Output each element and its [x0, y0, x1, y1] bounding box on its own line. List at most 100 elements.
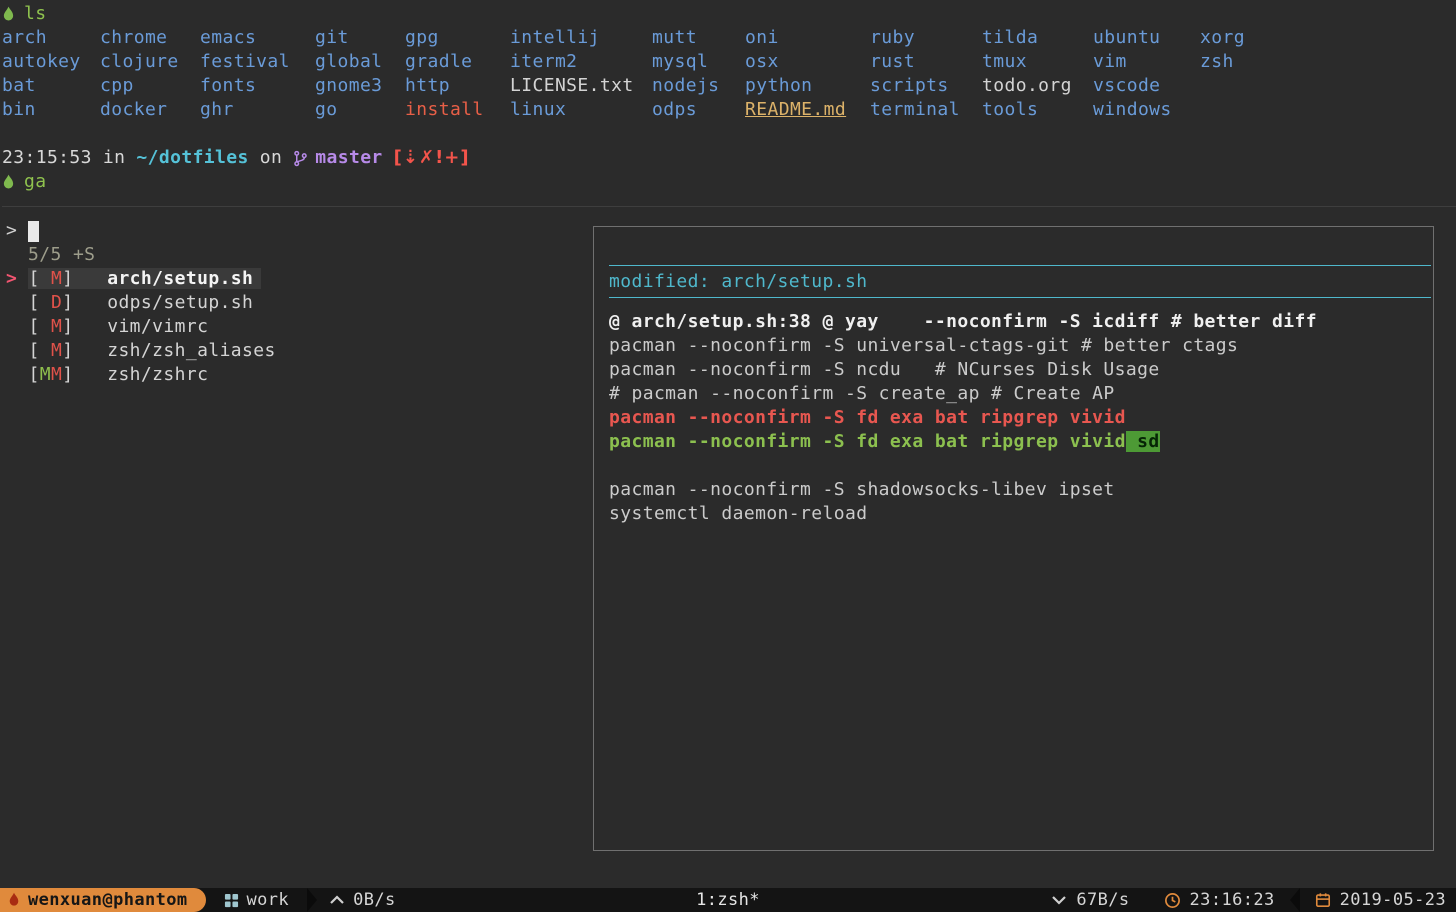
file-name: odps/setup.sh	[107, 292, 253, 313]
ls-entry: clojure	[100, 50, 200, 74]
ls-entry: nodejs	[652, 74, 745, 98]
unstaged-status: M	[51, 316, 62, 337]
staged-status: M	[40, 364, 51, 385]
time-value: 23:16:23	[1190, 888, 1275, 912]
unstaged-status: M	[51, 364, 62, 385]
prompt-flame-icon	[2, 174, 15, 191]
git-status-flags: [⇣✗!+]	[394, 146, 470, 170]
ls-column: rubyrustscriptsterminal	[870, 26, 982, 122]
diff-content: @ arch/setup.sh:38 @ yay --noconfirm -S …	[594, 310, 1431, 526]
prompt-path: ~/dotfiles	[136, 146, 248, 170]
selection-pointer-icon	[6, 292, 28, 313]
ls-entry: ubuntu	[1093, 26, 1200, 50]
word-diff-highlight: sd	[1126, 431, 1160, 452]
ls-entry: zsh	[1200, 50, 1300, 74]
unstaged-status: M	[51, 340, 62, 361]
ls-entry: mutt	[652, 26, 745, 50]
session-name: work	[247, 888, 290, 912]
ls-entry: terminal	[870, 98, 982, 122]
diff-line-del: pacman --noconfirm -S fd exa bat ripgrep…	[609, 406, 1431, 430]
ls-entry: http	[405, 74, 510, 98]
host-segment: wenxuan@phantom	[0, 888, 206, 912]
command-text-ga: ga	[24, 170, 46, 194]
ls-entry: install	[405, 98, 510, 122]
powerline-separator-icon	[307, 888, 317, 912]
shell-prompt: 23:15:53 in ~/dotfiles on master [⇣✗!+]	[2, 146, 1456, 170]
ls-entry: intellij	[510, 26, 652, 50]
ls-entry: odps	[652, 98, 745, 122]
ls-entry: rust	[870, 50, 982, 74]
ls-entry: emacs	[200, 26, 315, 50]
bracket: [	[28, 268, 39, 289]
prompt-time: 23:15:53	[2, 146, 92, 170]
command-line-ga: ga	[2, 170, 1456, 194]
ls-entry: go	[315, 98, 405, 122]
staged-status	[40, 340, 51, 361]
ls-entry: git	[315, 26, 405, 50]
diff-preview-pane[interactable]: modified: arch/setup.sh @ arch/setup.sh:…	[593, 226, 1434, 851]
chevron-up-icon	[329, 894, 345, 906]
diff-line-ctx: pacman --noconfirm -S shadowsocks-libev …	[609, 478, 1431, 502]
unstaged-status: D	[51, 292, 62, 313]
git-branch: master	[293, 146, 382, 170]
ls-column: gpggradlehttpinstall	[405, 26, 510, 122]
ls-entry: vim	[1093, 50, 1200, 74]
ls-entry: todo.org	[982, 74, 1093, 98]
ls-entry: festival	[200, 50, 315, 74]
ls-entry: iterm2	[510, 50, 652, 74]
git-status-and-file: [ M] arch/setup.sh	[28, 268, 261, 289]
diff-line-hunk: @ arch/setup.sh:38 @ yay --noconfirm -S …	[609, 310, 1431, 334]
bracket: [	[28, 340, 39, 361]
ls-output: archautokeybatbinchromeclojurecppdockere…	[2, 26, 1456, 122]
ls-column: intellijiterm2LICENSE.txtlinux	[510, 26, 652, 122]
ls-entry: linux	[510, 98, 652, 122]
file-name: arch/setup.sh	[107, 268, 253, 289]
diff-line-blank	[609, 454, 1431, 478]
download-rate-value: 67B/s	[1076, 888, 1129, 912]
branch-name: master	[315, 146, 382, 170]
unstaged-status: M	[51, 268, 62, 289]
ls-entry: bin	[2, 98, 100, 122]
ls-entry: chrome	[100, 26, 200, 50]
bracket: [	[28, 364, 39, 385]
ls-column: tildatmuxtodo.orgtools	[982, 26, 1093, 122]
diff-line-ctx: # pacman --noconfirm -S create_ap # Crea…	[609, 382, 1431, 406]
ls-entry: tools	[982, 98, 1093, 122]
clock-icon	[1164, 892, 1181, 909]
ls-entry: autokey	[2, 50, 100, 74]
ls-entry: scripts	[870, 74, 982, 98]
calendar-icon	[1315, 892, 1331, 908]
ls-entry: python	[745, 74, 870, 98]
chevron-down-icon	[1051, 894, 1067, 906]
gap	[73, 292, 107, 313]
ls-entry: windows	[1093, 98, 1200, 122]
host-label: wenxuan@phantom	[28, 888, 188, 912]
ls-entry: xorg	[1200, 26, 1300, 50]
ls-column: emacsfestivalfontsghr	[200, 26, 315, 122]
window-label: 1:zsh*	[696, 890, 760, 910]
bracket: [	[28, 316, 39, 337]
status-bar-right: 67B/s 23:16:23 2019-05-23	[1051, 888, 1456, 912]
diff-line-ctx: systemctl daemon-reload	[609, 502, 1431, 526]
gap	[73, 316, 107, 337]
window-tab[interactable]: 1:zsh*	[696, 888, 760, 912]
terminal-screen: ls archautokeybatbinchromeclojurecppdock…	[0, 0, 1456, 888]
ls-entry: gpg	[405, 26, 510, 50]
ls-entry: global	[315, 50, 405, 74]
ls-entry: osx	[745, 50, 870, 74]
ls-column: chromeclojurecppdocker	[100, 26, 200, 122]
ls-entry: oni	[745, 26, 870, 50]
file-name: zsh/zsh_aliases	[107, 340, 276, 361]
tmux-status-bar: wenxuan@phantom work 0B/s 1:zsh* 67B/s 2…	[0, 888, 1456, 912]
ls-entry: README.md	[745, 98, 870, 122]
command-line-ls: ls	[2, 2, 1456, 26]
ls-entry: gradle	[405, 50, 510, 74]
prompt-on-word: on	[260, 146, 282, 170]
selection-pointer-icon: >	[6, 268, 28, 289]
git-status-and-file: [ M] vim/vimrc	[28, 316, 216, 337]
git-status-and-file: [ D] odps/setup.sh	[28, 292, 261, 313]
bracket: ]	[62, 292, 73, 313]
ls-entry: cpp	[100, 74, 200, 98]
ls-column: muttmysqlnodejsodps	[652, 26, 745, 122]
preview-divider-bottom	[609, 297, 1431, 298]
